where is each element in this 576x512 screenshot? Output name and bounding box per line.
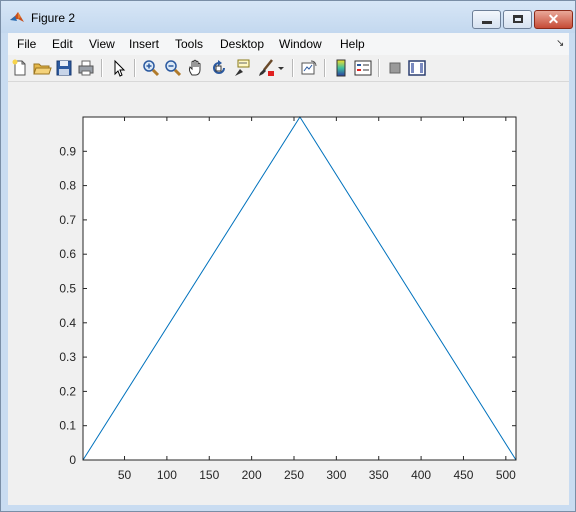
y-tick-label: 0.3 — [59, 350, 76, 364]
figure-canvas: 50 100 150 200 250 300 350 400 450 500 0 0.1 0.2 0.3 0… — [8, 85, 569, 505]
menu-help[interactable]: Help — [340, 37, 365, 51]
print-icon[interactable] — [76, 58, 96, 78]
new-figure-icon[interactable] — [10, 58, 30, 78]
y-tick-label: 0.5 — [59, 282, 76, 296]
menu-edit[interactable]: Edit — [52, 37, 73, 51]
menu-window[interactable]: Window — [279, 37, 322, 51]
legend-icon[interactable] — [353, 58, 373, 78]
data-cursor-icon[interactable] — [232, 58, 252, 78]
y-tick-label: 0 — [69, 453, 76, 467]
y-tick-label: 0.7 — [59, 213, 76, 227]
link-plot-icon[interactable] — [299, 58, 319, 78]
client-area: File Edit View Insert Tools Desktop Wind… — [8, 33, 569, 505]
show-plot-tools-icon[interactable] — [407, 58, 427, 78]
menu-file[interactable]: File — [17, 37, 36, 51]
plot-axes[interactable]: 50 100 150 200 250 300 350 400 450 500 0 0.1 0.2 0.3 0… — [8, 85, 569, 505]
y-tick-label: 0.6 — [59, 247, 76, 261]
close-button[interactable]: ✕ — [534, 10, 573, 29]
toolbar-separator — [134, 59, 136, 77]
x-tick-label: 250 — [284, 468, 304, 482]
x-tick-label: 400 — [411, 468, 431, 482]
matlab-icon — [9, 10, 25, 26]
x-tick-label: 200 — [242, 468, 262, 482]
maximize-button[interactable] — [503, 10, 532, 29]
brush-dropdown-icon[interactable] — [276, 58, 286, 78]
minimize-icon — [482, 21, 492, 24]
x-tick-label: 100 — [157, 468, 177, 482]
y-tick-label: 0.2 — [59, 384, 76, 398]
pan-icon[interactable] — [186, 58, 206, 78]
y-tick-label: 0.9 — [59, 144, 76, 158]
x-tick-label: 50 — [118, 468, 132, 482]
figure-window: Figure 2 ✕ File Edit View Insert Tools D… — [0, 0, 576, 512]
title-bar[interactable]: Figure 2 ✕ — [1, 1, 575, 33]
x-tick-label: 150 — [199, 468, 219, 482]
y-tick-label: 0.4 — [59, 316, 76, 330]
menu-insert[interactable]: Insert — [129, 37, 159, 51]
y-tick-label: 0.8 — [59, 179, 76, 193]
zoom-in-icon[interactable] — [141, 58, 161, 78]
brush-icon[interactable] — [256, 58, 276, 78]
dock-arrow-icon[interactable]: ↘ — [556, 38, 564, 49]
x-tick-label: 350 — [369, 468, 389, 482]
open-file-icon[interactable] — [32, 58, 52, 78]
close-icon: ✕ — [547, 11, 560, 27]
toolbar-separator — [378, 59, 380, 77]
colorbar-icon[interactable] — [331, 58, 351, 78]
maximize-icon — [513, 15, 523, 23]
toolbar-separator — [324, 59, 326, 77]
toolbar-separator — [101, 59, 103, 77]
x-tick-label: 500 — [496, 468, 516, 482]
edit-plot-icon[interactable] — [109, 58, 129, 78]
toolbar-separator — [292, 59, 294, 77]
figure-toolbar — [8, 55, 569, 82]
y-tick-label: 0.1 — [59, 419, 76, 433]
menu-view[interactable]: View — [89, 37, 115, 51]
menu-tools[interactable]: Tools — [175, 37, 203, 51]
zoom-out-icon[interactable] — [163, 58, 183, 78]
hide-plot-tools-icon[interactable] — [385, 58, 405, 78]
menu-bar: File Edit View Insert Tools Desktop Wind… — [8, 33, 569, 55]
window-title: Figure 2 — [31, 11, 76, 25]
rotate-3d-icon[interactable] — [209, 58, 229, 78]
plot-area[interactable] — [83, 117, 516, 460]
x-tick-label: 450 — [453, 468, 473, 482]
x-tick-label: 300 — [326, 468, 346, 482]
menu-desktop[interactable]: Desktop — [220, 37, 264, 51]
save-icon[interactable] — [54, 58, 74, 78]
minimize-button[interactable] — [472, 10, 501, 29]
